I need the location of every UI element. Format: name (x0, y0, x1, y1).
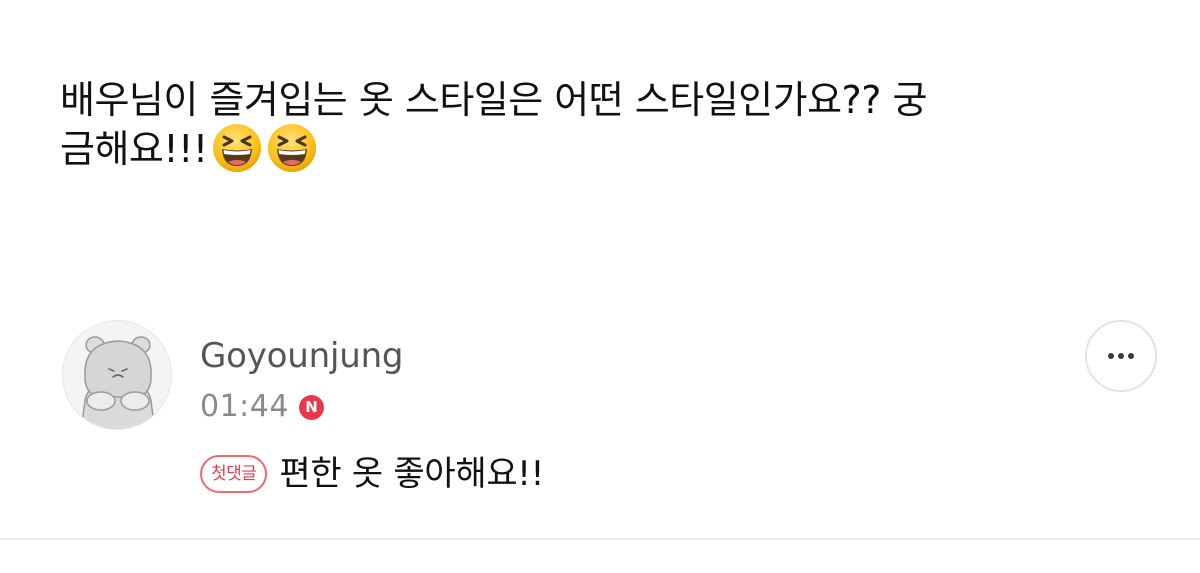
comment-text: 편한 옷 좋아해요!! (279, 454, 544, 494)
new-badge: N (298, 394, 324, 420)
grinning-squinting-face-icon (212, 124, 261, 172)
first-comment-badge: 첫댓글 (200, 455, 268, 493)
divider (0, 538, 1200, 540)
post-text-line-1: 배우님이 즐겨입는 옷 스타일은 어떤 스타일인가요?? 궁 (60, 78, 927, 122)
comment-author[interactable]: Goyounjung (200, 336, 403, 376)
comment-time: 01:44 (200, 389, 289, 424)
comment-body: 첫댓글 편한 옷 좋아해요!! (200, 452, 544, 496)
comment-meta: 01:44 N (200, 388, 324, 426)
hippo-avatar-icon (80, 336, 156, 429)
avatar[interactable] (62, 320, 172, 430)
more-horizontal-icon-dot (1118, 353, 1124, 359)
post-text-line-2: 금해요!!! (60, 122, 1140, 172)
more-horizontal-icon-dot (1128, 353, 1134, 359)
more-options-button[interactable] (1085, 320, 1157, 392)
post-body: 배우님이 즐겨입는 옷 스타일은 어떤 스타일인가요?? 궁 금해요!!! (60, 78, 1140, 172)
post-text-line-2-text: 금해요!!! (60, 127, 208, 171)
more-horizontal-icon (1108, 353, 1114, 359)
grinning-squinting-face-icon (267, 124, 316, 172)
